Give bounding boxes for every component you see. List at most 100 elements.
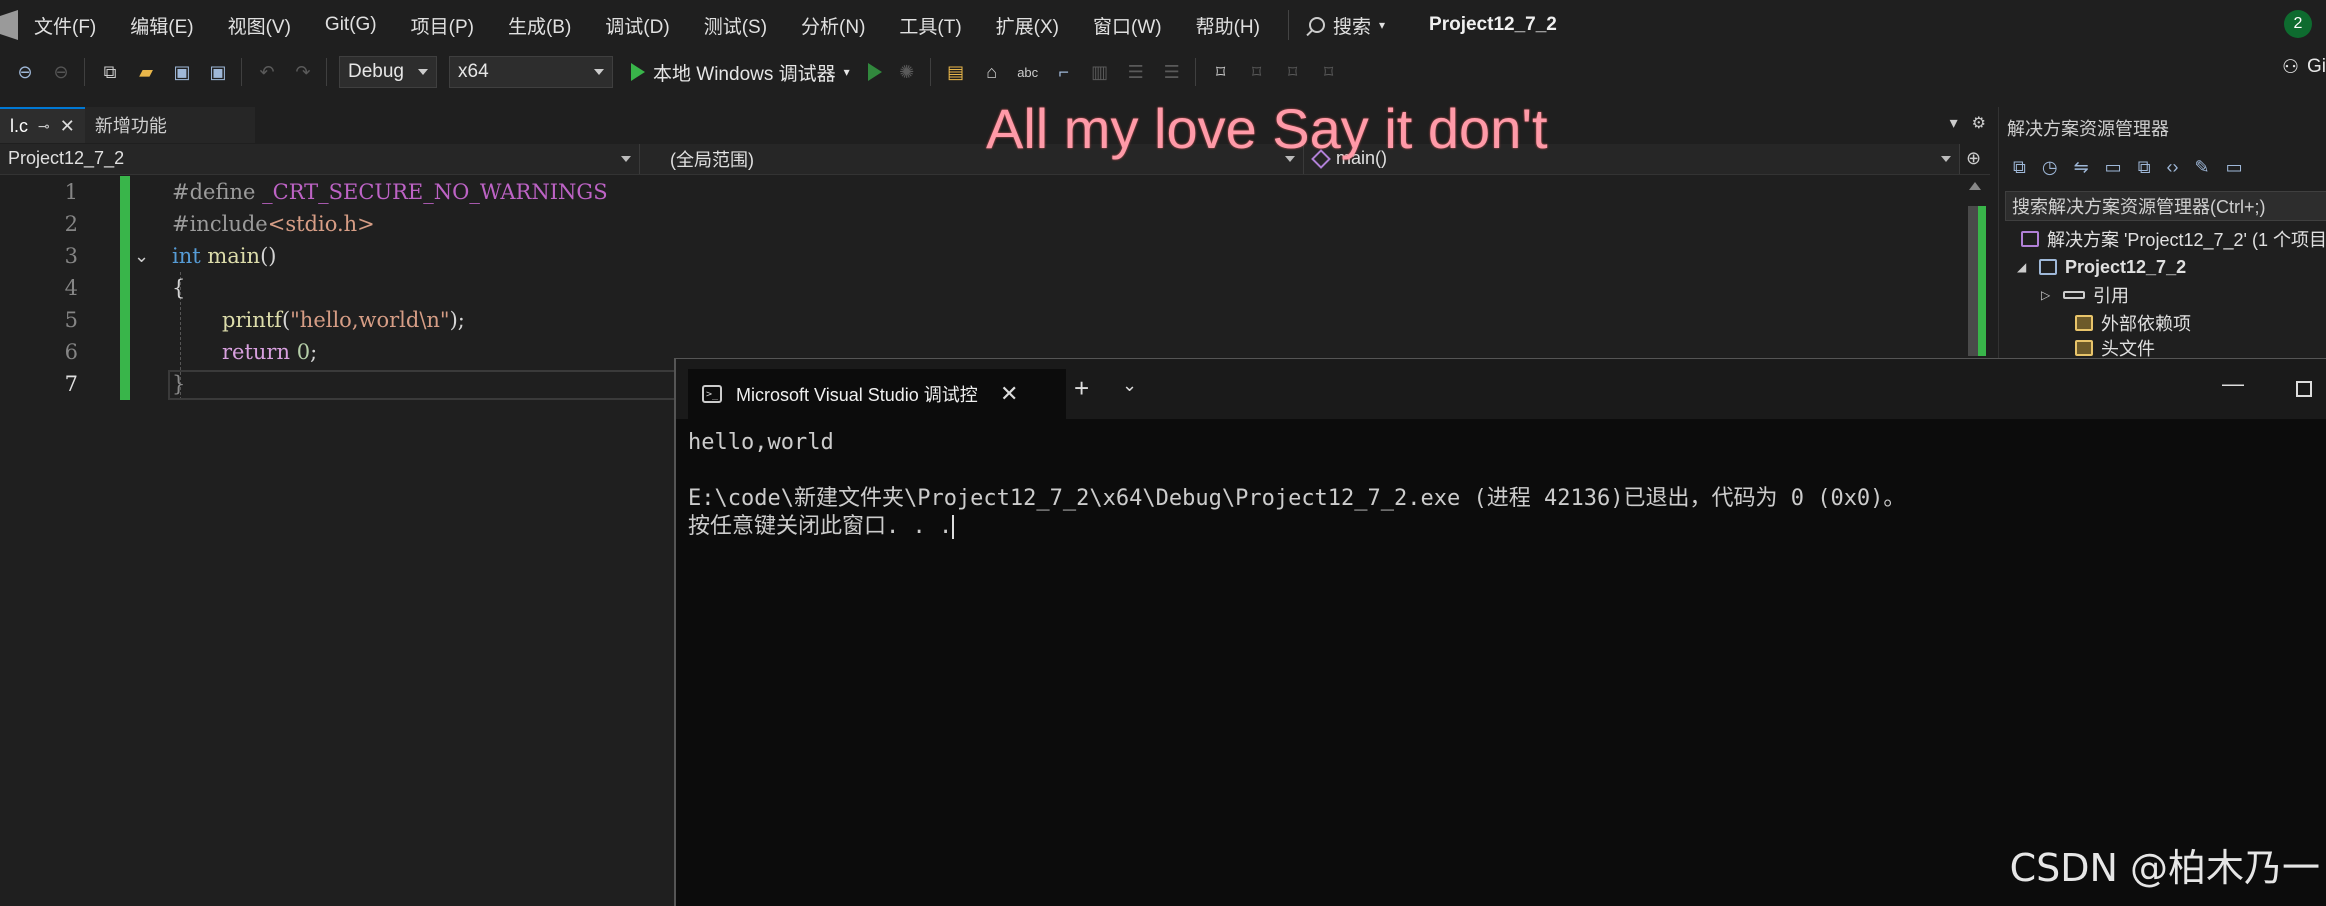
- collapse-chevron-icon[interactable]: ⌄: [134, 246, 149, 267]
- line-number: 7: [64, 372, 78, 396]
- redo-icon[interactable]: ↷: [292, 61, 314, 83]
- tree-item-solution[interactable]: 解决方案 'Project12_7_2' (1 个项目: [2021, 225, 2326, 253]
- git-changes-button[interactable]: ⚇ Gi: [2282, 56, 2326, 79]
- split-window-icon[interactable]: ⊕: [1966, 148, 1981, 169]
- menu-debug[interactable]: 调试(D): [605, 12, 669, 39]
- uncomment-icon[interactable]: ▥: [1089, 61, 1111, 83]
- history-icon[interactable]: ◷: [2042, 157, 2058, 178]
- collapsed-triangle-icon[interactable]: ▷: [2041, 288, 2055, 302]
- tree-item-header-files[interactable]: 头文件: [2075, 337, 2155, 359]
- tab-label: 新增功能: [94, 116, 167, 136]
- clear-bookmarks-icon[interactable]: ⌑: [1318, 61, 1340, 83]
- terminal-icon: >_: [702, 385, 722, 403]
- sync-icon[interactable]: ⇋: [2074, 157, 2089, 178]
- undo-icon[interactable]: ↶: [256, 61, 278, 83]
- new-project-icon[interactable]: ⧉: [99, 61, 121, 83]
- tab-source-file[interactable]: l.c ⊸ ✕: [0, 107, 85, 143]
- pin-icon[interactable]: ⊸: [38, 118, 50, 135]
- solution-search-input[interactable]: 搜索解决方案资源管理器(Ctrl+;): [2005, 191, 2326, 221]
- menu-analyze[interactable]: 分析(N): [801, 12, 865, 39]
- project-title: Project12_7_2: [1429, 14, 1557, 35]
- tree-item-project[interactable]: ◢ Project12_7_2: [2017, 253, 2186, 281]
- directive: #include: [172, 212, 268, 236]
- comment-icon[interactable]: ⌐: [1053, 61, 1075, 83]
- spellcheck-icon[interactable]: abc: [1017, 61, 1039, 83]
- function-call: printf: [222, 308, 282, 332]
- type-keyword: int: [172, 244, 201, 268]
- code-text: {: [172, 276, 185, 300]
- number-literal: 0: [296, 340, 311, 364]
- project-select[interactable]: Project12_7_2: [0, 143, 640, 174]
- menu-tools[interactable]: 工具(T): [899, 12, 961, 39]
- notification-badge[interactable]: 2: [2284, 10, 2312, 38]
- menu-window[interactable]: 窗口(W): [1093, 12, 1162, 39]
- menu-test[interactable]: 测试(S): [704, 12, 767, 39]
- collapse-all-icon[interactable]: ▭: [2105, 157, 2122, 178]
- menu-file[interactable]: 文件(F): [34, 12, 96, 39]
- tab-label: l.c: [10, 115, 28, 136]
- hot-reload-icon[interactable]: ✺: [896, 61, 918, 83]
- menu-build[interactable]: 生成(B): [508, 12, 571, 39]
- configuration-select[interactable]: Debug: [339, 56, 437, 88]
- find-in-files-icon[interactable]: ▤: [945, 61, 967, 83]
- close-icon[interactable]: ✕: [60, 116, 75, 137]
- platform-select[interactable]: x64: [449, 56, 613, 88]
- preview-icon[interactable]: ▭: [2226, 157, 2243, 178]
- maximize-icon[interactable]: [2296, 381, 2312, 397]
- properties-wrench-icon[interactable]: ✎: [2195, 157, 2210, 178]
- code-text: printf("hello,world\n");: [222, 308, 465, 332]
- open-folder-icon[interactable]: ▰: [135, 61, 157, 83]
- show-all-files-icon[interactable]: ⧉: [2138, 157, 2151, 178]
- tree-item-references[interactable]: ▷ 引用: [2041, 281, 2129, 309]
- editor-vertical-scrollbar[interactable]: [1960, 176, 1990, 360]
- start-without-debugging-icon[interactable]: [867, 63, 882, 81]
- code-text: #include<stdio.h>: [172, 212, 375, 236]
- parens: (): [260, 244, 277, 268]
- menu-view[interactable]: 视图(V): [228, 12, 291, 39]
- line-number: 3: [64, 244, 78, 268]
- indent-icon[interactable]: ☰: [1125, 61, 1147, 83]
- new-tab-plus-icon[interactable]: +: [1074, 373, 1089, 404]
- tree-label: 解决方案 'Project12_7_2' (1 个项目: [2047, 230, 2326, 250]
- next-bookmark-icon[interactable]: ⌑: [1282, 61, 1304, 83]
- switch-views-icon[interactable]: ⧉: [2013, 157, 2026, 178]
- tab-whats-new[interactable]: 新增功能: [84, 107, 255, 143]
- code-view-icon[interactable]: ‹›: [2167, 157, 2179, 178]
- folder-icon: [2075, 315, 2093, 331]
- save-icon[interactable]: ▣: [171, 61, 193, 83]
- back-icon[interactable]: ⊖: [14, 61, 36, 83]
- scroll-up-icon[interactable]: [1969, 182, 1981, 190]
- outdent-icon[interactable]: ☰: [1161, 61, 1183, 83]
- tree-label: 引用: [2093, 286, 2129, 306]
- menu-edit[interactable]: 编辑(E): [130, 12, 193, 39]
- menu-extensions[interactable]: 扩展(X): [996, 12, 1059, 39]
- menu-project[interactable]: 项目(P): [411, 12, 474, 39]
- forward-icon[interactable]: ⊖: [50, 61, 72, 83]
- save-all-icon[interactable]: ▣: [207, 61, 229, 83]
- menu-git[interactable]: Git(G): [325, 14, 377, 36]
- bookmark-icon[interactable]: ⌑: [1210, 61, 1232, 83]
- tree-item-external-deps[interactable]: 外部依赖项: [2075, 309, 2191, 337]
- close-icon[interactable]: ✕: [1000, 381, 1018, 407]
- solution-explorer-toolbar: ⧉ ◷ ⇋ ▭ ⧉ ‹› ✎ ▭: [1999, 149, 2326, 185]
- minimize-icon[interactable]: —: [2222, 371, 2244, 397]
- code-line: 3 ⌄ int main(): [0, 240, 1960, 272]
- menu-help[interactable]: 帮助(H): [1196, 12, 1260, 39]
- csdn-watermark: CSDN @柏木乃一: [2009, 846, 2320, 890]
- play-icon: [631, 63, 645, 81]
- prev-bookmark-icon[interactable]: ⌑: [1246, 61, 1268, 83]
- console-tab[interactable]: >_ Microsoft Visual Studio 调试控 ✕: [688, 369, 1066, 419]
- layout-icon[interactable]: ⌂: [981, 61, 1003, 83]
- tab-strip-controls: ▾ ⚙: [1950, 113, 1986, 133]
- debug-console-window[interactable]: >_ Microsoft Visual Studio 调试控 ✕ + ⌄ — h…: [674, 358, 2326, 906]
- code-text: return 0;: [222, 340, 317, 364]
- chevron-down-icon[interactable]: ⌄: [1122, 375, 1137, 396]
- chevron-down-icon: [594, 69, 604, 75]
- tab-list-dropdown-icon[interactable]: ▾: [1950, 113, 1958, 133]
- gear-icon[interactable]: ⚙: [1972, 113, 1986, 133]
- start-debugging-button[interactable]: 本地 Windows 调试器 ▾: [631, 59, 850, 86]
- search-button[interactable]: 搜索 ▾: [1308, 12, 1385, 39]
- project-value: Project12_7_2: [8, 148, 125, 168]
- expanded-triangle-icon[interactable]: ◢: [2017, 260, 2031, 274]
